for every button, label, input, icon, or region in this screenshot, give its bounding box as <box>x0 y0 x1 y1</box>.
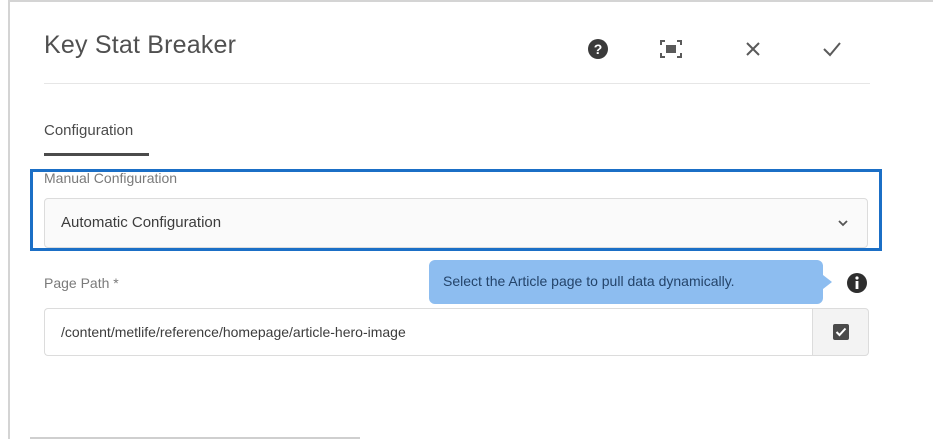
info-icon[interactable] <box>846 272 868 294</box>
chevron-down-icon <box>838 220 848 227</box>
fullscreen-icon <box>660 40 682 58</box>
dialog-top-edge <box>8 0 933 2</box>
page-path-picker-button[interactable] <box>812 308 869 356</box>
dialog-title: Key Stat Breaker <box>44 31 237 59</box>
close-icon <box>746 42 760 56</box>
configuration-select[interactable]: Automatic Configuration <box>44 198 868 248</box>
close-button[interactable] <box>738 34 768 64</box>
fullscreen-button[interactable] <box>656 34 686 64</box>
header-divider <box>44 83 870 84</box>
help-icon: ? <box>588 39 608 59</box>
checkbox-icon <box>832 324 849 340</box>
page-path-input[interactable]: /content/metlife/reference/homepage/arti… <box>44 308 812 356</box>
dialog: Key Stat Breaker ? Configuration Manual … <box>0 0 933 439</box>
page-path-label: Page Path * <box>44 275 119 291</box>
dialog-left-edge <box>8 0 10 439</box>
done-button[interactable] <box>817 34 847 64</box>
tooltip-text: Select the Article page to pull data dyn… <box>443 273 735 289</box>
active-tab-indicator <box>44 153 149 156</box>
tab-configuration[interactable]: Configuration <box>44 122 133 139</box>
page-path-tooltip: Select the Article page to pull data dyn… <box>429 260 832 304</box>
configuration-selected-value: Automatic Configuration <box>61 214 222 231</box>
configuration-label: Manual Configuration <box>44 170 178 186</box>
page-path-value: /content/metlife/reference/homepage/arti… <box>61 324 406 340</box>
help-button[interactable]: ? <box>583 34 613 64</box>
checkmark-icon <box>823 42 841 57</box>
svg-text:?: ? <box>594 41 603 57</box>
